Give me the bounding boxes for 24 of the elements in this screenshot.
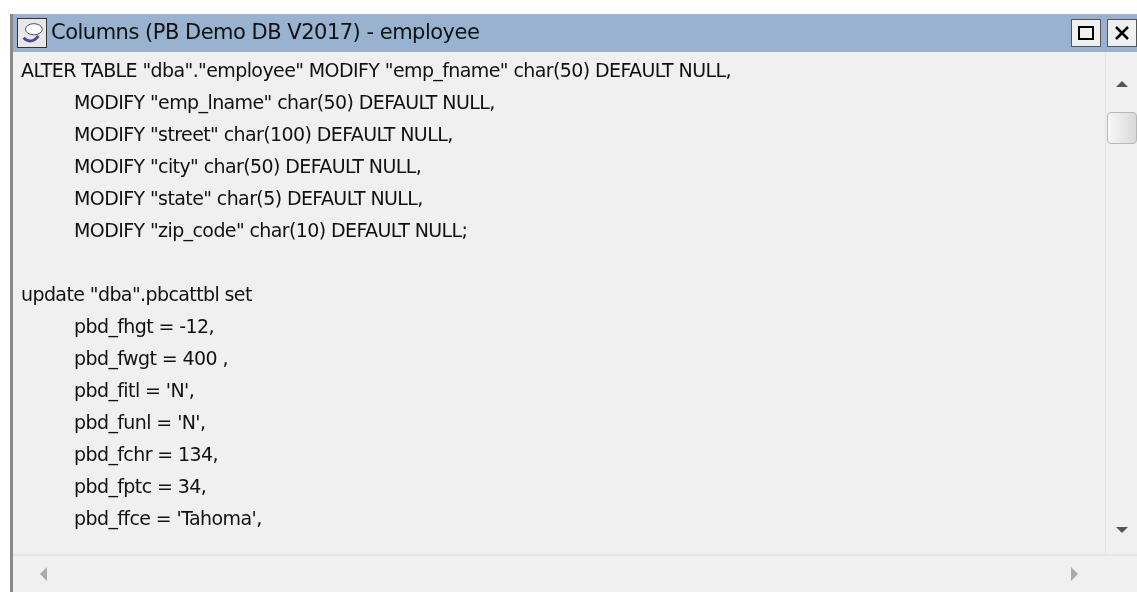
code-line: MODIFY "state" char(5) DEFAULT NULL,: [73, 186, 423, 211]
code-line: pbd_fhgt = -12,: [73, 314, 214, 340]
code-line: pbd_ffce = 'Tahoma',: [73, 506, 262, 532]
code-line: ALTER TABLE "dba"."employee" MODIFY "emp_fname" char(50) DEFAULT NULL,: [21, 58, 731, 84]
vertical-scrollbar[interactable]: [1105, 52, 1137, 554]
code-line: pbd_funl = 'N',: [73, 410, 206, 436]
scrollbar-thumb[interactable]: [1106, 112, 1137, 144]
code-line: pbd_fitl = 'N',: [73, 378, 195, 404]
window-title: Columns (PB Demo DB V2017) - employee: [51, 19, 481, 47]
code-line: MODIFY "city" char(50) DEFAULT NULL,: [73, 154, 422, 179]
close-button[interactable]: [1107, 19, 1137, 47]
scroll-down-icon[interactable]: [1115, 526, 1128, 534]
code-line: update "dba".pbcattbl set: [21, 282, 252, 307]
database-icon: [17, 18, 47, 48]
code-line: pbd_fptc = 34,: [73, 474, 207, 500]
code-line: pbd_fchr = 134,: [73, 442, 218, 468]
code-line: pbd_fwgt = 400 ,: [73, 346, 228, 372]
code-line: MODIFY "street" char(100) DEFAULT NULL,: [73, 122, 453, 147]
code-line: MODIFY "zip_code" char(10) DEFAULT NULL;: [73, 218, 468, 244]
code-line: MODIFY "emp_lname" char(50) DEFAULT NULL,: [73, 90, 495, 116]
scroll-up-icon[interactable]: [1115, 80, 1128, 88]
maximize-button[interactable]: [1071, 19, 1101, 47]
close-icon: [1114, 25, 1130, 41]
maximize-icon: [1078, 26, 1094, 40]
